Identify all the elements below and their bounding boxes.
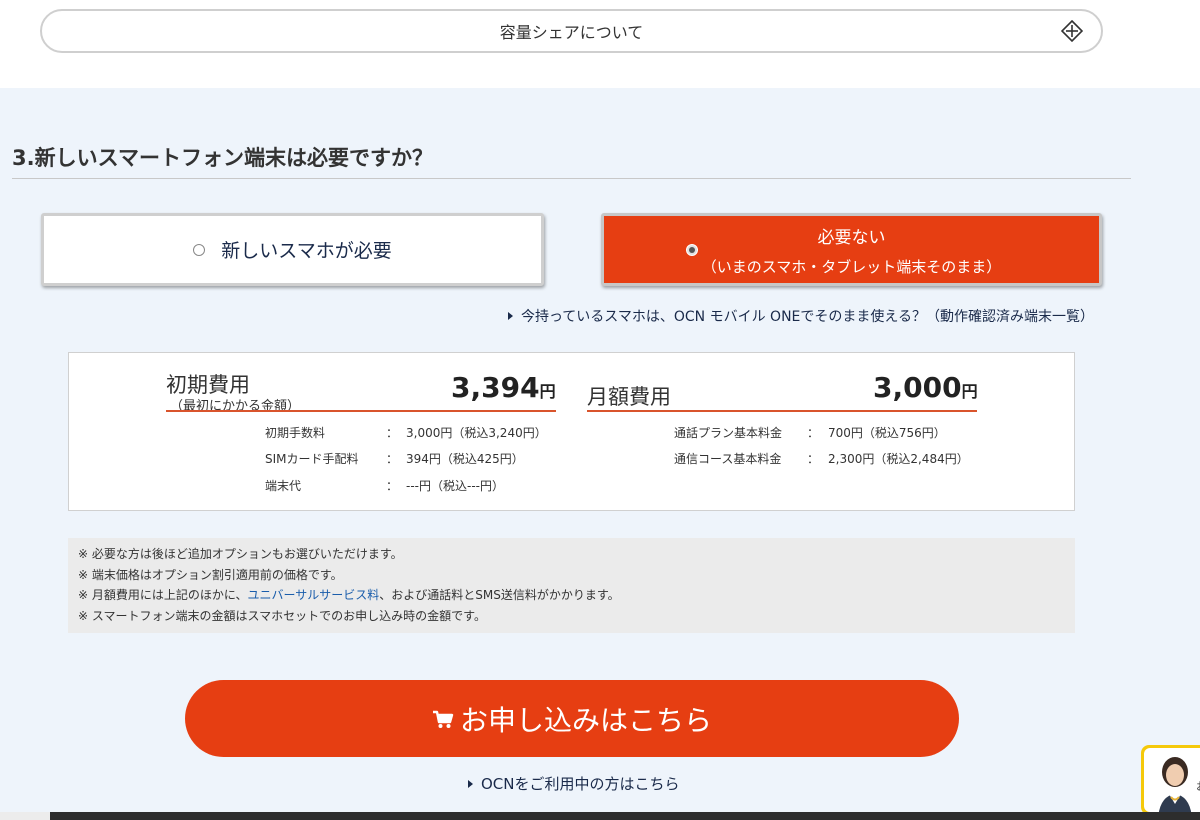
compatible-devices-link[interactable]: 今持っているスマホは、OCN モバイル ONEでそのまま使える？（動作確認済み端…: [508, 306, 1094, 326]
fee-row-separator: ：: [807, 452, 820, 466]
radio-new-phone[interactable]: [193, 243, 206, 256]
ocn-existing-user-link[interactable]: OCNをご利用中の方はこちら: [468, 773, 680, 794]
compatible-devices-link-text: 今持っているスマホは、OCN モバイル ONEでそのまま使える？（動作確認済み端…: [521, 309, 1094, 325]
option-not-needed-sublabel: （いまのスマホ・タブレット端末そのまま）: [701, 257, 1002, 276]
option-not-needed[interactable]: 必要ない （いまのスマホ・タブレット端末そのまま）: [601, 213, 1102, 286]
notes-box: ※ 必要な方は後ほど追加オプションもお選びいただけます。 ※ 端末価格はオプショ…: [68, 538, 1075, 633]
initial-fee-amount: 3,394円: [451, 371, 556, 404]
monthly-fee-title: 月額費用: [587, 385, 671, 409]
section-title: 3.新しいスマートフォン端末は必要ですか？: [12, 146, 433, 170]
bottom-taskbar: [0, 812, 1200, 820]
triangle-right-icon: [508, 312, 513, 320]
apply-button[interactable]: お申し込みはこちら: [185, 680, 959, 757]
cart-icon: [432, 710, 454, 728]
chat-support-widget[interactable]: お: [1141, 745, 1200, 815]
fee-summary-box: 初期費用 （最初にかかる金額） 3,394円 月額費用 3,000円 初期手数料…: [68, 352, 1075, 511]
option-new-phone-label: 新しいスマホが必要: [221, 240, 392, 262]
monthly-fee-underline: [587, 410, 977, 412]
option-new-phone[interactable]: 新しいスマホが必要: [41, 213, 544, 286]
apply-button-label: お申し込みはこちら: [459, 703, 712, 737]
fee-row-label: 通話プラン基本料金: [674, 426, 783, 440]
fee-row-value: 3,000円（税込3,240円）: [406, 426, 547, 440]
note-item: ※ スマートフォン端末の金額はスマホセットでのお申し込み時の金額です。: [78, 608, 486, 623]
fee-row-separator: ：: [386, 426, 399, 440]
monthly-fee-amount: 3,000円: [873, 371, 978, 404]
option-not-needed-label: 必要ない: [817, 227, 886, 248]
chat-widget-inner: お: [1144, 748, 1200, 815]
radio-not-needed[interactable]: [686, 244, 698, 256]
note-item: ※ 必要な方は後ほど追加オプションもお選びいただけます。: [78, 547, 403, 561]
initial-fee-underline: [166, 410, 556, 412]
note-item: ※ 端末価格はオプション割引適用前の価格です。: [78, 567, 343, 582]
triangle-right-icon: [468, 780, 473, 788]
fee-row-separator: ：: [386, 479, 399, 493]
chat-widget-text: お: [1196, 778, 1200, 794]
fee-row-separator: ：: [807, 426, 820, 440]
fee-row-value: 700円（税込756円）: [828, 426, 946, 440]
fee-row-value: ---円（税込---円）: [406, 479, 504, 493]
fee-row-label: 端末代: [265, 479, 302, 493]
fee-row-label: 通信コース基本料金: [674, 452, 782, 466]
fee-row-label: SIMカード手配料: [265, 452, 359, 466]
operator-avatar-icon: [1158, 757, 1192, 815]
note-item: ※ 月額費用には上記のほかに、ユニバーサルサービス料、および通話料とSMS送信料…: [78, 588, 620, 602]
fee-row-separator: ：: [386, 452, 399, 466]
capacity-share-label: 容量シェアについて: [499, 23, 644, 42]
capacity-share-accordion[interactable]: 容量シェアについて: [40, 9, 1103, 53]
ocn-existing-user-link-text: OCNをご利用中の方はこちら: [481, 775, 680, 793]
taskbar-left-block: [0, 812, 50, 820]
fee-row-value: 2,300円（税込2,484円）: [828, 452, 969, 466]
section-divider: [12, 178, 1131, 179]
universal-service-link[interactable]: ユニバーサルサービス料: [248, 588, 380, 602]
plus-circle-icon: [1061, 20, 1083, 42]
fee-row-label: 初期手数料: [265, 426, 326, 440]
fee-row-value: 394円（税込425円）: [406, 452, 524, 466]
